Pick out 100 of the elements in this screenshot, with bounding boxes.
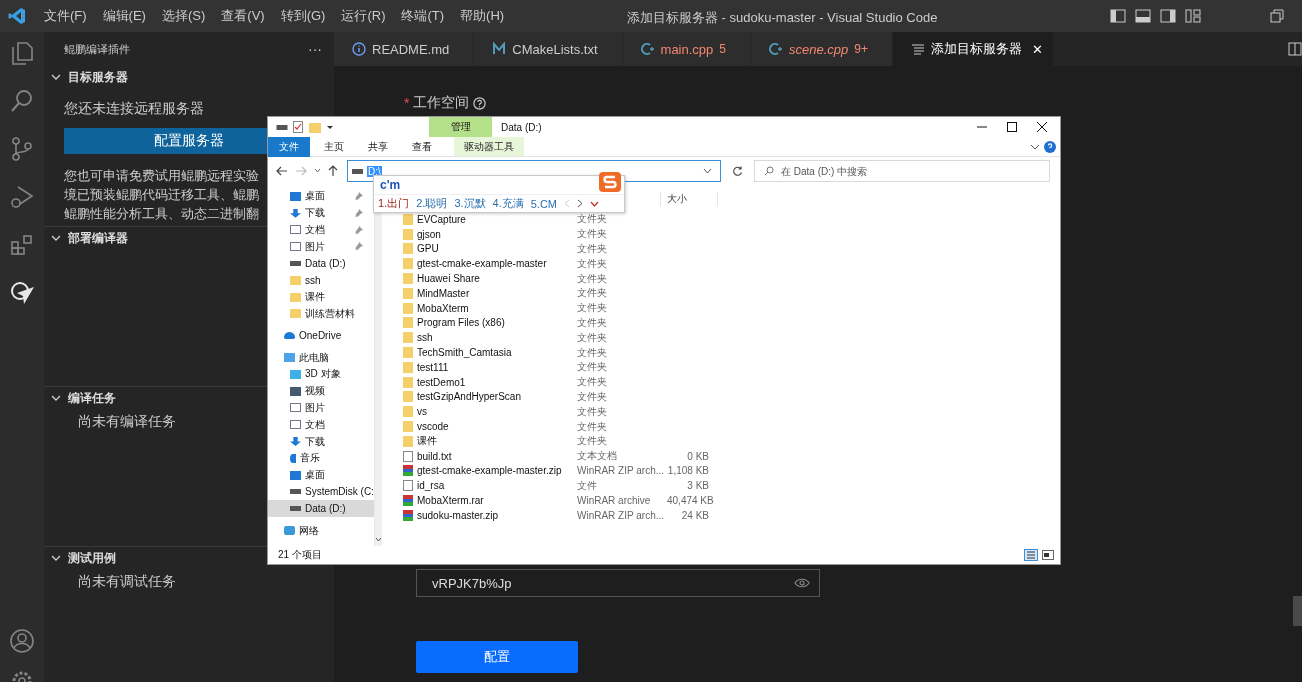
large-icons-view-icon[interactable]	[1042, 550, 1054, 560]
menu-item[interactable]: 编辑(E)	[94, 7, 154, 25]
nav-item[interactable]: 课件	[290, 290, 325, 305]
split-editor-icon[interactable]	[1288, 42, 1302, 56]
file-name[interactable]: 课件	[403, 434, 577, 449]
ribbon-tab[interactable]: 查看	[402, 136, 442, 157]
section-title[interactable]: 测试用例	[68, 549, 116, 567]
nav-item[interactable]: 图片	[290, 239, 325, 254]
ime-candidate[interactable]: 2.聪明	[416, 196, 448, 211]
file-name[interactable]: GPU	[403, 243, 577, 255]
dropdown-icon[interactable]	[703, 168, 712, 174]
ribbon-tab[interactable]: 主页	[314, 136, 354, 157]
next-page-icon[interactable]	[577, 199, 584, 208]
file-name[interactable]: id_rsa	[403, 480, 577, 492]
nav-item[interactable]: 训练营材料	[290, 306, 355, 321]
nav-item[interactable]: 文档	[290, 223, 325, 237]
source-control-icon[interactable]	[9, 136, 35, 162]
nav-item[interactable]: 视频	[290, 384, 325, 399]
configure-button[interactable]: 配置	[416, 641, 578, 673]
panel-toggle-icon[interactable]	[1135, 9, 1151, 23]
file-name[interactable]: build.txt	[403, 450, 577, 462]
close-tab-button[interactable]: ✕	[1031, 41, 1043, 57]
file-name[interactable]: gtest-cmake-example-master	[403, 258, 577, 270]
menu-item[interactable]: 转到(G)	[272, 7, 334, 25]
eye-icon[interactable]	[794, 577, 810, 589]
file-name[interactable]: sudoku-master.zip	[403, 509, 577, 521]
nav-item[interactable]: SystemDisk (C:	[290, 486, 374, 498]
secondary-sidebar-icon[interactable]	[1160, 9, 1176, 23]
maximize-icon[interactable]	[1007, 122, 1017, 132]
files-icon[interactable]	[9, 40, 35, 66]
editor-tab[interactable]: main.cpp 5	[622, 32, 751, 66]
file-name[interactable]: testGzipAndHyperScan	[403, 391, 577, 403]
menu-item[interactable]: 帮助(H)	[452, 7, 513, 25]
close-icon[interactable]	[1037, 122, 1047, 132]
column-header[interactable]: 大小	[660, 191, 718, 206]
file-name[interactable]: EVCapture	[403, 213, 577, 225]
help-icon[interactable]	[1044, 140, 1056, 153]
nav-item[interactable]: Data (D:)	[290, 258, 346, 270]
restore-icon[interactable]	[1270, 9, 1284, 23]
file-name[interactable]: ssh	[403, 332, 577, 344]
ime-candidate[interactable]: 1.出门	[378, 196, 410, 211]
scrollbar-thumb[interactable]	[1293, 596, 1302, 626]
editor-tab[interactable]: scene.cpp 9+	[751, 32, 893, 66]
refresh-icon[interactable]	[732, 165, 743, 177]
file-name[interactable]: Huawei Share	[403, 273, 577, 285]
dropdown-icon[interactable]	[326, 123, 334, 131]
properties-icon[interactable]	[293, 121, 304, 133]
menu-item[interactable]: 运行(R)	[333, 7, 394, 25]
menu-item[interactable]: 选择(S)	[153, 7, 214, 25]
ribbon-tab[interactable]: 共享	[358, 136, 398, 157]
file-name[interactable]: test111	[403, 361, 577, 373]
nav-item[interactable]: 下载	[290, 206, 325, 221]
file-name[interactable]: gjson	[403, 228, 577, 240]
expand-icon[interactable]	[590, 200, 600, 207]
ime-candidate[interactable]: 5.CM	[530, 197, 558, 210]
drive-icon[interactable]	[276, 123, 288, 131]
extensions-icon[interactable]	[9, 232, 35, 258]
editor-tab[interactable]: CMakeLists.txt	[474, 32, 623, 66]
nav-item[interactable]: 此电脑	[284, 350, 329, 365]
nav-item[interactable]: ssh	[290, 274, 321, 286]
up-icon[interactable]	[328, 165, 338, 177]
section-title[interactable]: 部署编译器	[68, 229, 128, 247]
recent-caret-icon[interactable]	[314, 168, 321, 174]
file-name[interactable]: Program Files (x86)	[403, 317, 577, 329]
ribbon-tab[interactable]: 文件	[268, 136, 310, 157]
nav-item[interactable]: 网络	[284, 523, 319, 538]
file-name[interactable]: MindMaster	[403, 287, 577, 299]
nav-item[interactable]: 3D 对象	[290, 367, 341, 382]
file-name[interactable]: TechSmith_Camtasia	[403, 347, 577, 359]
search-icon[interactable]	[9, 88, 35, 114]
chevron-icon[interactable]	[1030, 142, 1040, 151]
nav-item[interactable]: 图片	[290, 400, 325, 415]
account-icon[interactable]	[9, 628, 35, 654]
editor-tab[interactable]: README.md	[334, 32, 475, 66]
more-actions[interactable]: ···	[308, 41, 322, 57]
file-name[interactable]: testDemo1	[403, 376, 577, 388]
nav-item[interactable]: 文档	[290, 417, 325, 432]
layout-icon[interactable]	[1185, 9, 1201, 23]
password-field[interactable]: vRPJK7b%Jp	[416, 569, 820, 597]
section-title[interactable]: 编译任务	[68, 389, 116, 407]
back-icon[interactable]	[276, 166, 288, 176]
section-title[interactable]: 目标服务器	[68, 68, 128, 86]
nav-item[interactable]: 桌面	[290, 189, 325, 204]
nav-item[interactable]: 桌面	[290, 468, 325, 483]
sidebar-toggle-icon[interactable]	[1110, 9, 1126, 23]
menu-item[interactable]: 文件(F)	[36, 7, 95, 25]
file-name[interactable]: vs	[403, 406, 577, 418]
file-name[interactable]: gtest-cmake-example-master.zip	[403, 465, 577, 477]
editor-tab[interactable]: 添加目标服务器 ✕	[892, 32, 1054, 66]
plugin-icon[interactable]	[9, 280, 35, 306]
file-name[interactable]: vscode	[403, 421, 577, 433]
menu-item[interactable]: 终端(T)	[393, 7, 453, 25]
search-field[interactable]: 在 Data (D:) 中搜索	[754, 160, 1050, 182]
ime-candidate[interactable]: 3.沉默	[454, 196, 486, 211]
file-name[interactable]: MobaXterm	[403, 302, 577, 314]
menu-item[interactable]: 查看(V)	[213, 7, 273, 25]
file-name[interactable]: MobaXterm.rar	[403, 495, 577, 507]
ribbon-tab[interactable]: 驱动器工具	[454, 137, 524, 156]
nav-item[interactable]: OneDrive	[284, 330, 342, 342]
run-debug-icon[interactable]	[9, 184, 35, 210]
